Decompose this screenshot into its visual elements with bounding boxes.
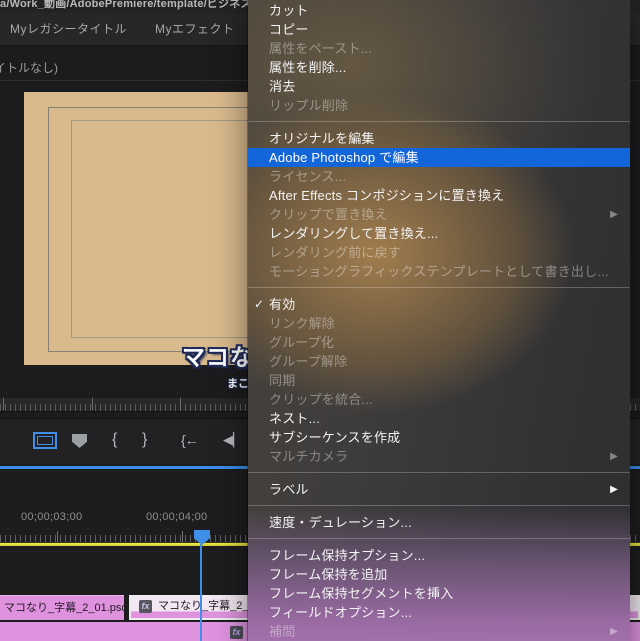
- fx-badge-icon[interactable]: fx: [230, 626, 243, 639]
- step-back-icon[interactable]: ◀▏: [223, 429, 243, 451]
- submenu-arrow-icon: ▶: [610, 451, 618, 462]
- sequence-name-label[interactable]: イトルなし): [0, 59, 58, 76]
- checkmark-icon: ✓: [254, 297, 265, 311]
- menu-item-paste-attributes: 属性をペースト...: [269, 41, 373, 56]
- timecode-label: 00;00;03;00: [21, 511, 83, 523]
- mark-out-icon[interactable]: }: [142, 429, 147, 451]
- menu-item-render-and-replace[interactable]: レンダリングして置き換え...: [248, 224, 630, 243]
- menu-item-synchronize: 同期: [269, 373, 296, 388]
- add-marker-icon[interactable]: [72, 434, 87, 448]
- menu-separator: [248, 505, 630, 506]
- clip-psd[interactable]: マコなり_字幕_2_01.psd: [0, 595, 124, 620]
- go-to-in-icon[interactable]: {←: [181, 429, 199, 451]
- menu-item-field-options[interactable]: フィールドオプション...: [248, 603, 630, 622]
- menu-item-time-interpolation: 補間 ▶: [269, 624, 618, 639]
- submenu-arrow-icon: ▶: [610, 209, 618, 220]
- menu-item-unlink: リンク解除: [269, 316, 336, 331]
- clip-name: マコなり_字幕_2_01.psd: [4, 602, 124, 614]
- video-subtitle-text: まこ: [227, 378, 249, 390]
- menu-item-nest[interactable]: ネスト...: [248, 409, 630, 428]
- submenu-arrow-icon: ▶: [610, 484, 618, 495]
- menu-item-insert-frame-hold-segment[interactable]: フレーム保持セグメントを挿入: [248, 584, 630, 603]
- menu-item-edit-in-photoshop[interactable]: Adobe Photoshop で編集: [248, 148, 630, 167]
- tab-effects[interactable]: Myエフェクト: [155, 13, 235, 45]
- menu-item-cut[interactable]: カット: [248, 1, 630, 20]
- menu-item-export-motion-graphics-template: モーショングラフィックステンプレートとして書き出し...: [269, 264, 609, 279]
- timecode-label: 00;00;04;00: [146, 511, 208, 523]
- safe-margins-button[interactable]: [33, 432, 57, 449]
- menu-item-speed-duration[interactable]: 速度・デュレーション...: [248, 513, 630, 532]
- tab-legacy-title[interactable]: Myレガシータイトル: [10, 13, 127, 45]
- fx-badge-icon[interactable]: fx: [139, 600, 152, 613]
- clip-name: マコなり_字幕_2_: [158, 600, 249, 612]
- menu-item-label[interactable]: ラベル ▶: [248, 480, 630, 499]
- playhead-line: [200, 544, 202, 641]
- video-title-text: マコな: [182, 344, 254, 370]
- menu-item-clear[interactable]: 消去: [248, 77, 630, 96]
- menu-item-replace-with-ae-comp[interactable]: After Effects コンポジションに置き換え: [248, 186, 630, 205]
- menu-item-ungroup: グループ解除: [269, 354, 348, 369]
- menu-item-group: グループ化: [269, 335, 335, 350]
- menu-separator: [248, 287, 630, 288]
- menu-item-add-frame-hold[interactable]: フレーム保持を追加: [248, 565, 630, 584]
- menu-item-restore-unrendered: レンダリング前に戻す: [269, 245, 402, 260]
- menu-item-copy[interactable]: コピー: [248, 20, 630, 39]
- submenu-arrow-icon: ▶: [610, 626, 618, 637]
- menu-item-multi-camera: マルチカメラ ▶: [269, 449, 618, 464]
- menu-item-make-subsequence[interactable]: サブシーケンスを作成: [248, 428, 630, 447]
- menu-item-license: ライセンス...: [269, 169, 347, 184]
- menu-item-replace-with-clip: クリップで置き換え ▶: [269, 207, 618, 222]
- menu-item-frame-hold-options[interactable]: フレーム保持オプション...: [248, 546, 630, 565]
- menu-item-edit-original[interactable]: オリジナルを編集: [248, 129, 630, 148]
- clip-context-menu: カット コピー 属性をペースト... 属性を削除... 消去 リップル削除 オリ…: [248, 0, 630, 641]
- mark-in-icon[interactable]: {: [112, 429, 117, 451]
- premiere-window: a/Work_動画/AdobePremiere/template/ビジネス My…: [0, 0, 640, 641]
- menu-separator: [248, 121, 630, 122]
- menu-item-enable[interactable]: ✓ 有効: [248, 295, 630, 314]
- menu-item-ripple-delete: リップル削除: [269, 98, 349, 113]
- menu-separator: [248, 472, 630, 473]
- menu-separator: [248, 538, 630, 539]
- safe-margins-icon: [37, 436, 53, 445]
- menu-item-remove-attributes[interactable]: 属性を削除...: [248, 58, 630, 77]
- menu-item-merge-clips: クリップを統合...: [269, 392, 373, 407]
